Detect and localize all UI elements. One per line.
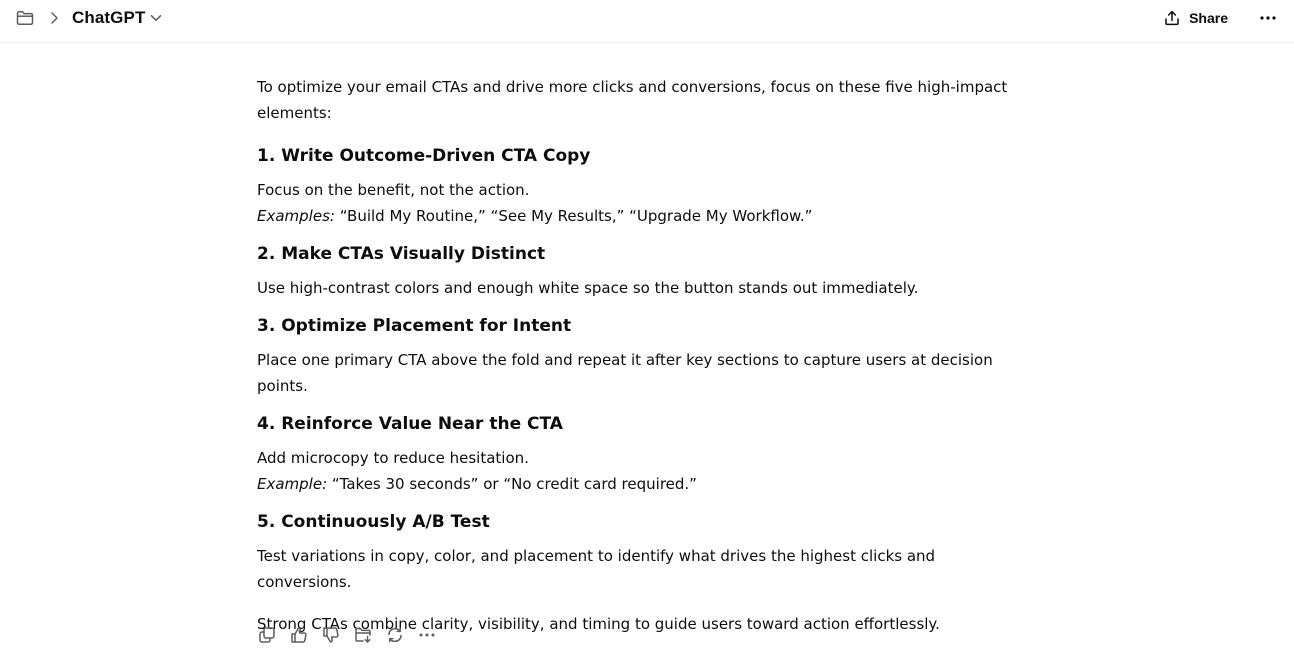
section-outcome-copy: 1. Write Outcome-Driven CTA Copy Focus o…	[257, 143, 1017, 229]
header-right: Share	[1164, 0, 1278, 36]
section-heading: 1. Write Outcome-Driven CTA Copy	[257, 146, 591, 166]
section-body: Place one primary CTA above the fold and…	[257, 351, 993, 395]
assistant-message: To optimize your email CTAs and drive mo…	[257, 74, 1017, 637]
regenerate-icon[interactable]	[385, 625, 405, 645]
section-heading: 4. Reinforce Value Near the CTA	[257, 414, 563, 434]
copy-icon[interactable]	[257, 625, 277, 645]
section-reinforce-value: 4. Reinforce Value Near the CTA Add micr…	[257, 411, 1017, 497]
example-text: “Build My Routine,” “See My Results,” “U…	[334, 207, 813, 225]
share-button[interactable]: Share	[1164, 10, 1228, 26]
section-placement: 3. Optimize Placement for Intent Place o…	[257, 313, 1017, 399]
thumbs-up-icon[interactable]	[289, 625, 309, 645]
share-icon	[1165, 10, 1179, 26]
share-label: Share	[1189, 10, 1228, 26]
chevron-right-icon	[46, 10, 62, 26]
more-icon[interactable]	[417, 625, 437, 645]
example-label: Example:	[257, 475, 328, 493]
folder-icon[interactable]	[14, 7, 36, 29]
top-header: ChatGPT Share	[0, 0, 1294, 43]
thumbs-down-icon[interactable]	[321, 625, 341, 645]
section-visually-distinct: 2. Make CTAs Visually Distinct Use high-…	[257, 241, 1017, 301]
save-to-folder-icon[interactable]	[353, 625, 373, 645]
section-example: Examples: “Build My Routine,” “See My Re…	[257, 203, 1017, 229]
section-body: Test variations in copy, color, and plac…	[257, 547, 936, 591]
section-ab-test: 5. Continuously A/B Test Test variations…	[257, 509, 1017, 595]
example-label: Examples:	[257, 207, 335, 225]
message-intro: To optimize your email CTAs and drive mo…	[257, 78, 1008, 122]
model-title: ChatGPT	[72, 8, 146, 27]
section-example: Example: “Takes 30 seconds” or “No credi…	[257, 471, 1017, 497]
more-icon[interactable]	[1258, 8, 1278, 28]
message-actions	[257, 625, 449, 645]
section-heading: 3. Optimize Placement for Intent	[257, 316, 572, 336]
section-body: Focus on the benefit, not the action.	[257, 181, 530, 199]
example-text: “Takes 30 seconds” or “No credit card re…	[327, 475, 697, 493]
section-heading: 2. Make CTAs Visually Distinct	[257, 244, 546, 264]
chevron-down-icon	[150, 14, 162, 22]
section-body: Add microcopy to reduce hesitation.	[257, 449, 529, 467]
model-selector[interactable]: ChatGPT	[72, 8, 162, 28]
header-left: ChatGPT	[14, 0, 162, 36]
section-heading: 5. Continuously A/B Test	[257, 512, 490, 532]
section-body: Use high-contrast colors and enough whit…	[257, 279, 919, 297]
